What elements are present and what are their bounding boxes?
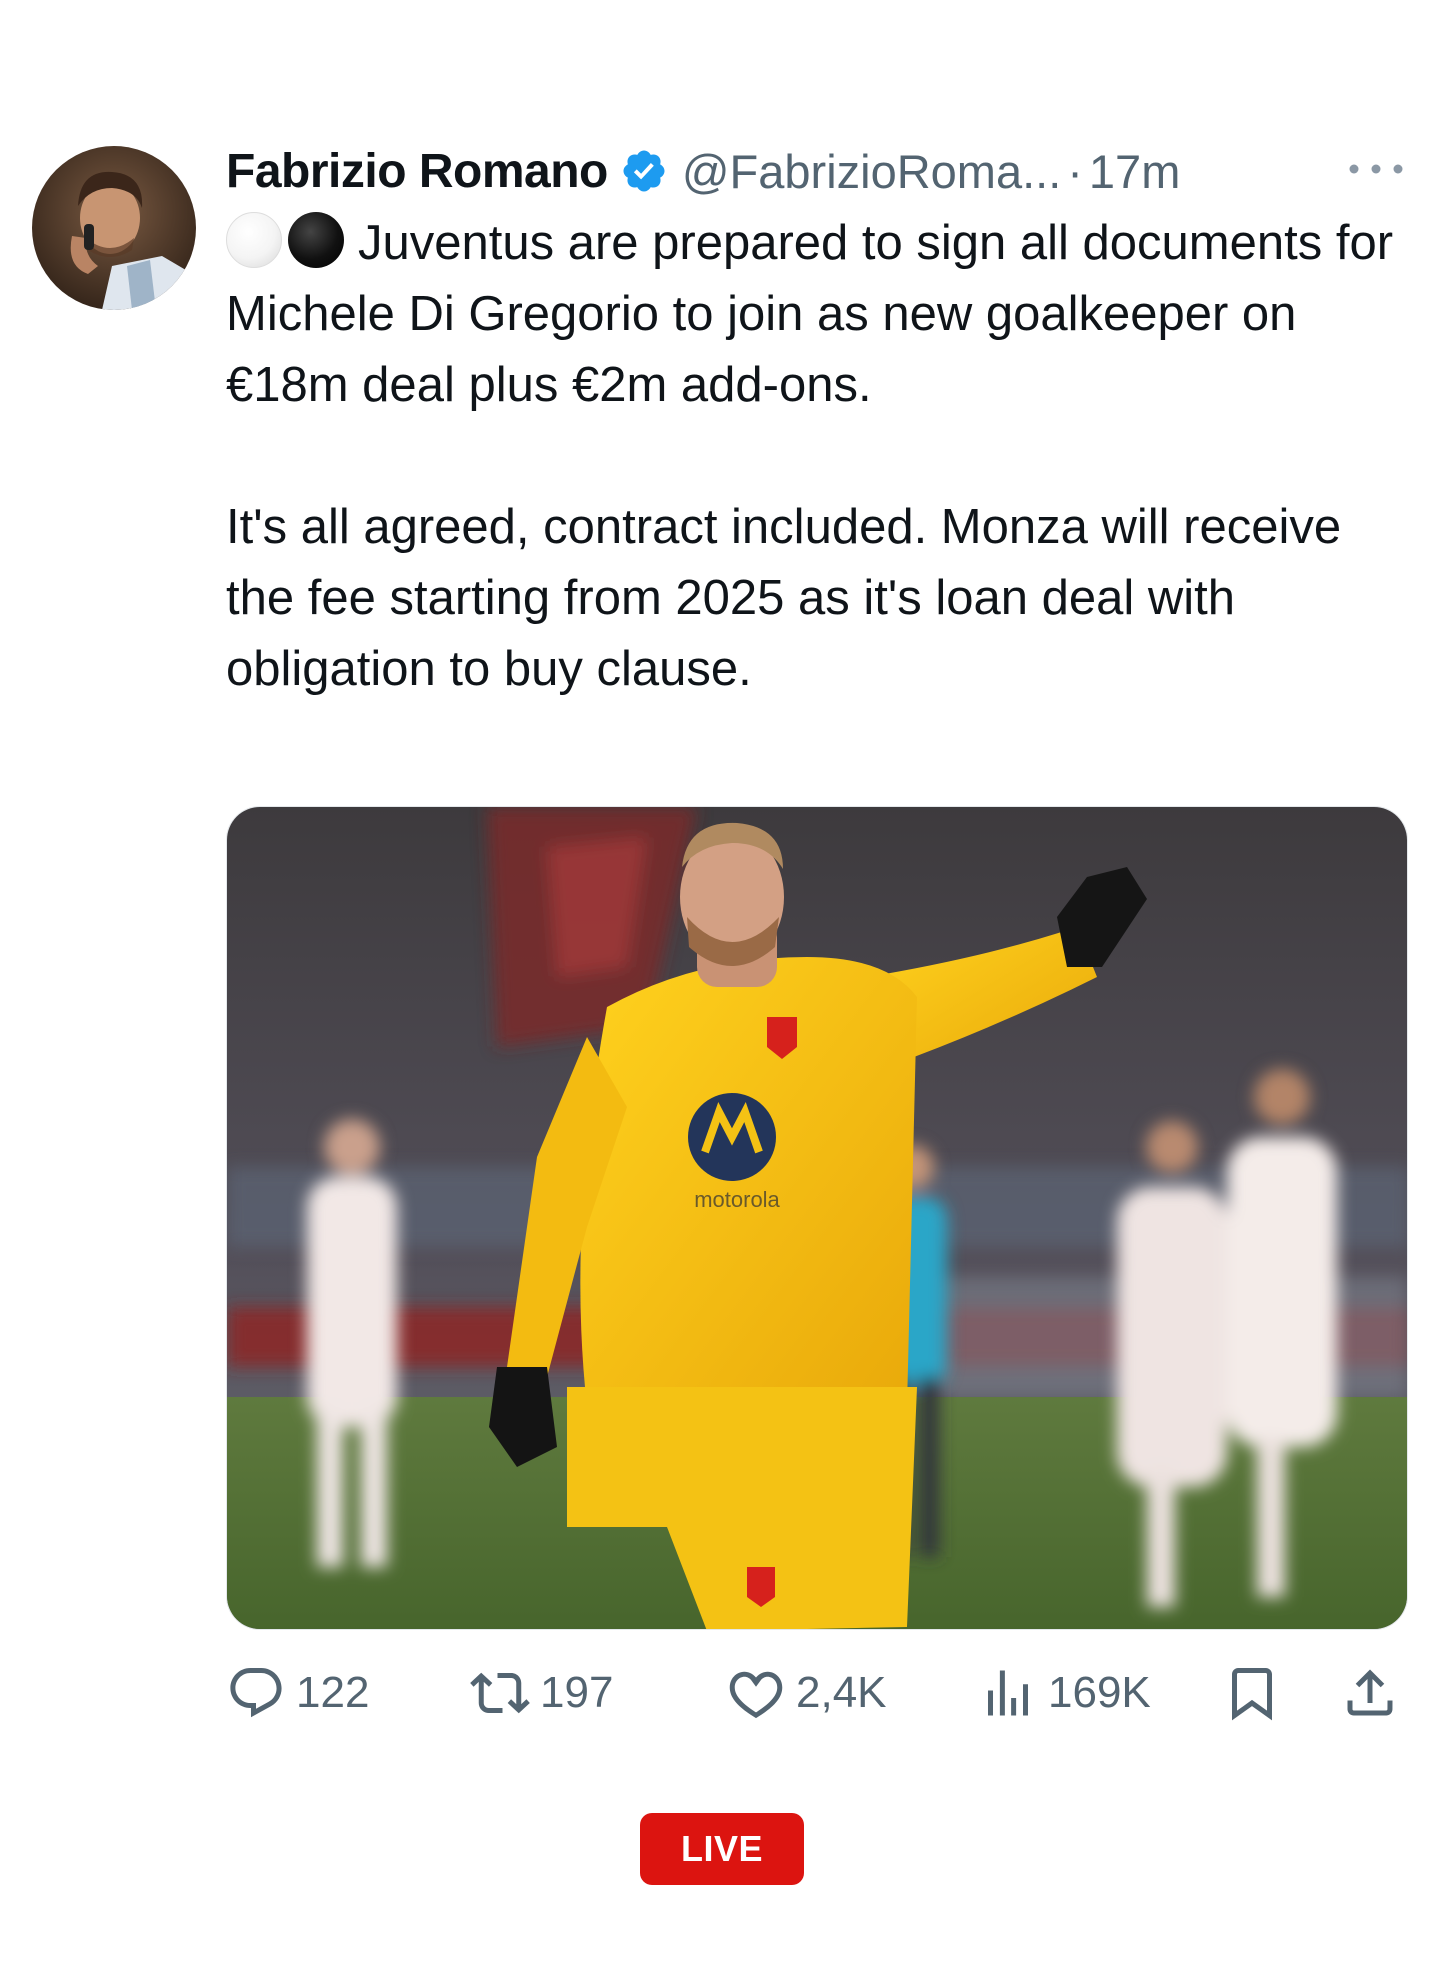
repost-count: 197 (540, 1668, 614, 1717)
reply-count: 122 (296, 1668, 370, 1717)
tweet-paragraph-1: Juventus are prepared to sign all docume… (226, 208, 1396, 421)
more-options-icon[interactable] (1344, 154, 1408, 184)
share-button[interactable] (1340, 1658, 1400, 1728)
like-button[interactable]: 2,4K (726, 1658, 887, 1728)
views-count: 169K (1048, 1668, 1151, 1717)
timestamp[interactable]: 17m (1089, 144, 1180, 199)
black-circle-icon (288, 212, 344, 268)
tweet[interactable]: Fabrizio Romano @FabrizioRoma... · 17m J… (0, 0, 1440, 1967)
tweet-paragraph-2: It's all agreed, contract included. Monz… (226, 500, 1342, 696)
shirt-sponsor-text: motorola (694, 1187, 780, 1212)
author-name[interactable]: Fabrizio Romano (226, 144, 608, 199)
white-circle-icon (226, 212, 282, 268)
reply-icon (226, 1663, 286, 1723)
tweet-photo[interactable]: motorola (226, 806, 1408, 1630)
bookmark-icon (1222, 1663, 1282, 1723)
repost-button[interactable]: 197 (470, 1658, 613, 1728)
verified-badge-icon (620, 147, 668, 195)
bookmark-button[interactable] (1222, 1658, 1282, 1728)
avatar[interactable] (32, 146, 196, 310)
tweet-actions: 122 197 2,4K 169K (226, 1658, 1408, 1728)
views-chart-icon (978, 1663, 1038, 1723)
tweet-header: Fabrizio Romano @FabrizioRoma... · 17m (226, 136, 1408, 206)
live-badge[interactable]: LIVE (640, 1813, 804, 1885)
reply-button[interactable]: 122 (226, 1658, 369, 1728)
repost-icon (470, 1663, 530, 1723)
author-handle[interactable]: @FabrizioRoma... (682, 144, 1061, 199)
header-separator: · (1067, 144, 1083, 198)
tweet-text: Juventus are prepared to sign all docume… (226, 208, 1396, 705)
like-count: 2,4K (796, 1668, 887, 1717)
views-button[interactable]: 169K (978, 1658, 1151, 1728)
share-icon (1340, 1663, 1400, 1723)
paragraph-1-text: Juventus are prepared to sign all docume… (226, 216, 1394, 412)
heart-icon (726, 1663, 786, 1723)
